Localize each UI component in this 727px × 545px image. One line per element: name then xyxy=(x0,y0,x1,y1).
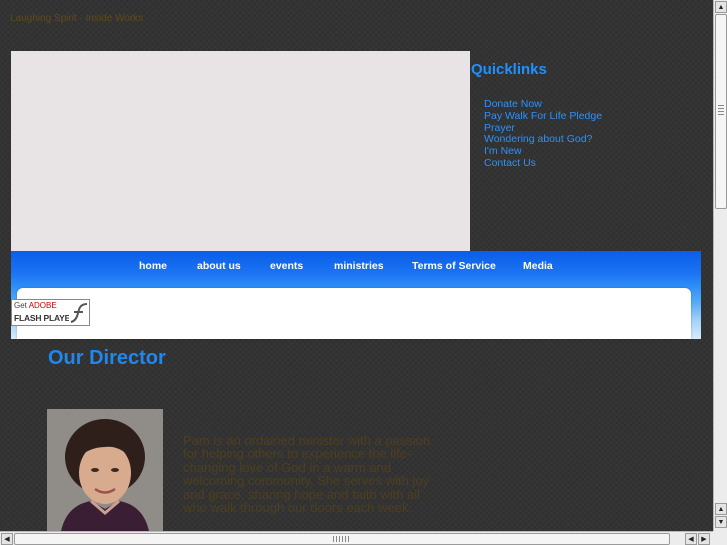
scroll-up-button[interactable]: ▲ xyxy=(715,1,727,13)
grip-icon xyxy=(718,105,724,117)
quicklink-walk-pledge[interactable]: Pay Walk For Life Pledge xyxy=(484,110,602,123)
vertical-scrollbar[interactable]: ▲ ▲ ▼ xyxy=(713,0,727,531)
triangle-up-icon: ▲ xyxy=(717,505,725,513)
header-banner xyxy=(11,51,470,251)
quicklinks-title: Quicklinks xyxy=(471,61,547,78)
get-flash-player-button[interactable]: Get ADOBE FLASH PLAYER xyxy=(11,299,90,326)
triangle-left-icon: ◀ xyxy=(4,536,10,543)
flash-logo-icon xyxy=(69,301,89,325)
quicklinks-list: Donate Now Pay Walk For Life Pledge Pray… xyxy=(484,98,602,170)
nav-home[interactable]: home xyxy=(139,260,167,272)
flash-get-label: Get xyxy=(14,301,27,310)
director-heading: Our Director xyxy=(48,347,166,369)
flash-player-label: FLASH PLAYER xyxy=(14,313,76,323)
quicklink-contact-us[interactable]: Contact Us xyxy=(484,157,602,170)
director-bio: Pam is an ordained minister with a passi… xyxy=(183,433,431,516)
nav-media[interactable]: Media xyxy=(523,260,553,272)
triangle-right-icon: ▶ xyxy=(701,536,707,543)
scroll-right-button[interactable]: ▶ xyxy=(698,533,710,545)
content-panel xyxy=(17,288,691,339)
nav-terms-of-service[interactable]: Terms of Service xyxy=(412,260,496,272)
triangle-up-icon: ▲ xyxy=(717,3,725,11)
nav-ministries[interactable]: ministries xyxy=(334,260,384,272)
nav-about-us[interactable]: about us xyxy=(197,260,241,272)
site-tagline: Laughing Spirit · Inside Works xyxy=(10,13,144,24)
nav-events[interactable]: events xyxy=(270,260,303,272)
scroll-down-button[interactable]: ▼ xyxy=(715,516,727,528)
triangle-left-icon: ◀ xyxy=(688,536,694,543)
director-photo xyxy=(47,409,163,531)
scroll-left-button-right[interactable]: ◀ xyxy=(685,533,697,545)
horizontal-scroll-thumb[interactable] xyxy=(14,533,670,545)
flash-adobe-label: ADOBE xyxy=(28,301,57,310)
triangle-down-icon: ▼ xyxy=(717,518,725,526)
scrollbar-corner xyxy=(713,531,727,545)
grip-icon xyxy=(333,536,349,542)
scroll-left-button[interactable]: ◀ xyxy=(1,533,13,545)
scroll-up-button-lower[interactable]: ▲ xyxy=(715,503,727,515)
horizontal-scrollbar[interactable]: ◀ ◀ ▶ xyxy=(0,531,713,545)
vertical-scroll-thumb[interactable] xyxy=(715,14,727,209)
